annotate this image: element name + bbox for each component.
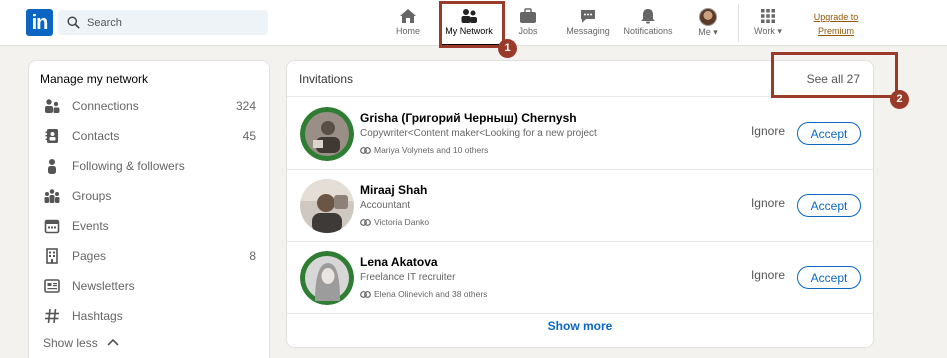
calendar-icon (44, 219, 60, 234)
invitations-card: Invitations See all 27 Grisha (Григорий … (286, 60, 874, 348)
premium-line-2: Premium (817, 26, 854, 36)
home-icon (400, 9, 416, 23)
ignore-button[interactable]: Ignore (751, 196, 785, 210)
invitation-avatar[interactable] (300, 251, 354, 305)
invitation-mutual: Mariya Volynets and 10 others (360, 145, 488, 155)
search-box[interactable] (58, 10, 268, 35)
nav-messaging-label: Messaging (566, 26, 610, 36)
sidebar-item-following-followers[interactable]: Following & followers (44, 156, 256, 176)
nav-notifications-label: Notifications (623, 26, 673, 36)
search-icon (67, 16, 80, 29)
invitation-name[interactable]: Miraaj Shah (360, 183, 427, 197)
mutual-connections-icon (360, 219, 371, 226)
sidebar-item-pages[interactable]: Pages 8 (44, 246, 256, 266)
nav-me[interactable]: Me ▾ (694, 8, 722, 40)
invitation-mutual: Elena Olinevich and 38 others (360, 289, 487, 299)
invitation-row: Lena Akatova Freelance IT recruiter Elen… (287, 242, 873, 314)
groups-icon (44, 189, 60, 203)
person-icon (48, 159, 56, 174)
chevron-down-icon: ▾ (777, 26, 782, 36)
nav-jobs[interactable]: Jobs (514, 8, 542, 40)
contacts-icon (45, 129, 58, 143)
annotation-badge-1: 1 (498, 39, 517, 58)
nav-work[interactable]: Work ▾ (750, 8, 786, 40)
hashtag-icon (45, 308, 59, 324)
accept-button[interactable]: Accept (797, 122, 861, 145)
sidebar-item-connections[interactable]: Connections 324 (44, 96, 256, 116)
sidebar-item-label: Hashtags (72, 309, 123, 323)
upgrade-premium-link[interactable]: Upgrade to Premium (806, 10, 866, 38)
building-icon (46, 248, 58, 264)
invitation-avatar[interactable] (300, 179, 354, 233)
sidebar-item-label: Events (72, 219, 109, 233)
nav-notifications[interactable]: Notifications (620, 8, 676, 40)
sidebar-item-hashtags[interactable]: Hashtags (44, 306, 256, 326)
chevron-up-icon (107, 338, 119, 346)
invitation-name[interactable]: Lena Akatova (360, 255, 438, 269)
invitation-headline: Accountant (360, 200, 411, 211)
sidebar-item-count: 45 (242, 129, 256, 143)
sidebar-item-label: Following & followers (72, 159, 185, 173)
connections-icon (45, 99, 60, 113)
sidebar-item-groups[interactable]: Groups (44, 186, 256, 206)
jobs-icon (520, 8, 536, 23)
sidebar-item-count: 8 (249, 249, 256, 263)
newsletter-icon (44, 279, 60, 293)
sidebar-item-label: Groups (72, 189, 112, 203)
avatar (699, 8, 717, 26)
annotation-box-1 (439, 1, 505, 48)
linkedin-logo[interactable]: in (26, 9, 53, 36)
sidebar-item-label: Contacts (72, 129, 120, 143)
invitation-row: Miraaj Shah Accountant Victoria Danko Ig… (287, 170, 873, 242)
sidebar-item-newsletters[interactable]: Newsletters (44, 276, 256, 296)
nav-me-label: Me ▾ (698, 27, 718, 37)
ignore-button[interactable]: Ignore (751, 124, 785, 138)
manage-network-card: Manage my network Connections 324 Contac… (28, 60, 270, 358)
nav-home[interactable]: Home (394, 8, 422, 40)
notifications-icon (641, 9, 655, 24)
chevron-down-icon: ▾ (713, 27, 718, 37)
nav-divider (738, 4, 739, 42)
accept-button[interactable]: Accept (797, 194, 861, 217)
show-less-label: Show less (43, 336, 98, 350)
invitation-name[interactable]: Grisha (Григорий Черныш) Chernysh (360, 111, 577, 125)
mutual-connections-icon (360, 147, 371, 154)
invitation-headline: Freelance IT recruiter (360, 272, 456, 283)
show-more-button[interactable]: Show more (287, 319, 873, 333)
nav-jobs-label: Jobs (518, 26, 538, 36)
mutual-connections-icon (360, 291, 371, 298)
sidebar-item-label: Pages (72, 249, 107, 263)
invitation-mutual: Victoria Danko (360, 217, 429, 227)
grid-icon (761, 9, 775, 23)
invitations-title: Invitations (299, 72, 354, 86)
sidebar-item-count: 324 (235, 99, 256, 113)
sidebar-item-events[interactable]: Events (44, 216, 256, 236)
nav-home-label: Home (395, 26, 420, 36)
sidebar-item-contacts[interactable]: Contacts 45 (44, 126, 256, 146)
messaging-icon (581, 10, 595, 23)
invitation-row: Grisha (Григорий Черныш) Chernysh Copywr… (287, 98, 873, 170)
show-less-button[interactable]: Show less (43, 336, 119, 350)
ignore-button[interactable]: Ignore (751, 268, 785, 282)
search-input[interactable] (87, 13, 262, 32)
nav-messaging[interactable]: Messaging (563, 8, 613, 40)
accept-button[interactable]: Accept (797, 266, 861, 289)
sidebar-item-label: Connections (72, 99, 139, 113)
premium-line-1: Upgrade to (813, 12, 859, 22)
invitation-headline: Copywriter<Content maker<Looking for a n… (360, 128, 597, 139)
invitation-avatar[interactable] (300, 107, 354, 161)
sidebar-item-label: Newsletters (72, 279, 135, 293)
annotation-box-2 (771, 52, 898, 98)
nav-work-label: Work ▾ (754, 26, 782, 36)
annotation-badge-2: 2 (890, 90, 909, 109)
manage-network-title: Manage my network (40, 72, 149, 86)
